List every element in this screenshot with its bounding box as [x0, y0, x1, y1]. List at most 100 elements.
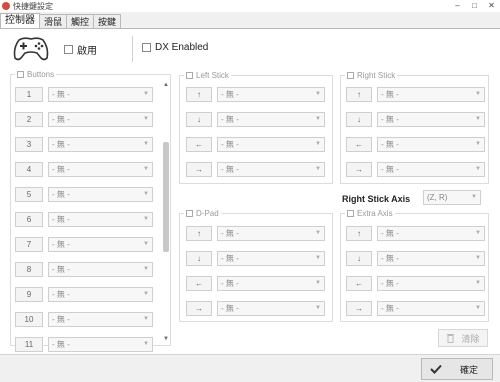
trash-icon [447, 334, 455, 343]
ok-button[interactable]: 確定 [421, 358, 493, 380]
chevron-down-icon: ▼ [143, 166, 149, 172]
right-stick-mapping-select[interactable]: - 無 - ▼ [377, 87, 485, 102]
extra-axis-key-button[interactable]: ↓ [346, 251, 372, 266]
right-stick-mapping-select[interactable]: - 無 - ▼ [377, 112, 485, 127]
button-mapping-select[interactable]: - 無 - ▼ [48, 237, 153, 252]
button-key-button[interactable]: 2 [15, 112, 43, 127]
extra-axis-key-button[interactable]: ← [346, 276, 372, 291]
left-stick-key-button[interactable]: ← [186, 137, 212, 152]
extra-axis-checkbox[interactable] [347, 210, 354, 217]
left-stick-key-button[interactable]: → [186, 162, 212, 177]
button-key-button[interactable]: 3 [15, 137, 43, 152]
button-key-button[interactable]: 9 [15, 287, 43, 302]
button-key-button[interactable]: 10 [15, 312, 43, 327]
close-button[interactable]: ✕ [483, 0, 500, 12]
button-key-button[interactable]: 6 [15, 212, 43, 227]
extra-axis-mapping-select[interactable]: - 無 - ▼ [377, 276, 485, 291]
tab-keys[interactable]: 按鍵 [93, 14, 122, 29]
left-stick-mapping-select[interactable]: - 無 - ▼ [217, 137, 325, 152]
chevron-down-icon: ▼ [475, 91, 481, 97]
left-stick-mapping-select[interactable]: - 無 - ▼ [217, 87, 325, 102]
button-key-button[interactable]: 1 [15, 87, 43, 102]
button-mapping-select[interactable]: - 無 - ▼ [48, 112, 153, 127]
dpad-key-button[interactable]: → [186, 301, 212, 316]
dpad-key-button[interactable]: ↓ [186, 251, 212, 266]
maximize-button[interactable]: □ [466, 0, 483, 12]
dx-enabled-checkbox[interactable] [142, 43, 151, 52]
dpad-row: ← - 無 - ▼ [186, 276, 325, 291]
dpad-mapping-select[interactable]: - 無 - ▼ [217, 301, 325, 316]
left-stick-mapping-select[interactable]: - 無 - ▼ [217, 162, 325, 177]
tab-touch[interactable]: 觸控 [66, 14, 95, 29]
tab-mouse[interactable]: 滑鼠 [39, 14, 68, 29]
dpad-key-button[interactable]: ↑ [186, 226, 212, 241]
button-key-button[interactable]: 4 [15, 162, 43, 177]
check-icon [430, 364, 442, 374]
title-bar: 快捷鍵設定 – □ ✕ [0, 0, 500, 12]
scroll-down-arrow-icon[interactable]: ▼ [162, 336, 170, 344]
clear-button[interactable]: 清除 [438, 329, 488, 347]
button-mapping-select[interactable]: - 無 - ▼ [48, 137, 153, 152]
dpad-mapping-select[interactable]: - 無 - ▼ [217, 226, 325, 241]
right-stick-axis-select[interactable]: (Z, R) ▼ [423, 190, 481, 205]
left-stick-row: ↓ - 無 - ▼ [186, 112, 325, 127]
left-stick-key-button[interactable]: ↓ [186, 112, 212, 127]
extra-axis-mapping-select[interactable]: - 無 - ▼ [377, 301, 485, 316]
right-stick-key-button[interactable]: ← [346, 137, 372, 152]
right-stick-mapping-select[interactable]: - 無 - ▼ [377, 137, 485, 152]
dpad-mapping-select[interactable]: - 無 - ▼ [217, 251, 325, 266]
button-mapping-select[interactable]: - 無 - ▼ [48, 262, 153, 277]
minimize-button[interactable]: – [449, 0, 466, 12]
enable-checkbox[interactable] [64, 45, 73, 54]
right-stick-key-button[interactable]: → [346, 162, 372, 177]
ok-label: 確定 [459, 364, 478, 375]
right-stick-mapping-select[interactable]: - 無 - ▼ [377, 162, 485, 177]
right-stick-checkbox[interactable] [347, 72, 354, 79]
buttons-scrollbar[interactable]: ▲ ▼ [162, 82, 170, 344]
button-row: 11 - 無 - ▼ [15, 337, 153, 352]
left-stick-mapping-select[interactable]: - 無 - ▼ [217, 112, 325, 127]
scroll-up-arrow-icon[interactable]: ▲ [162, 82, 170, 90]
dpad-title: D-Pad [196, 209, 219, 218]
button-mapping-select[interactable]: - 無 - ▼ [48, 337, 153, 352]
extra-axis-mapping-select[interactable]: - 無 - ▼ [377, 251, 485, 266]
dpad-key-button[interactable]: ← [186, 276, 212, 291]
button-mapping-select[interactable]: - 無 - ▼ [48, 162, 153, 177]
chevron-down-icon: ▼ [143, 116, 149, 122]
chevron-down-icon: ▼ [315, 166, 321, 172]
button-mapping-value: - 無 - [52, 265, 70, 274]
chevron-down-icon: ▼ [143, 266, 149, 272]
chevron-down-icon: ▼ [143, 91, 149, 97]
right-stick-row: → - 無 - ▼ [346, 162, 485, 177]
button-mapping-select[interactable]: - 無 - ▼ [48, 312, 153, 327]
button-row: 3 - 無 - ▼ [15, 137, 153, 152]
tab-controller[interactable]: 控制器 [0, 13, 40, 29]
extra-axis-key-button[interactable]: → [346, 301, 372, 316]
button-mapping-select[interactable]: - 無 - ▼ [48, 212, 153, 227]
button-mapping-select[interactable]: - 無 - ▼ [48, 287, 153, 302]
window-title: 快捷鍵設定 [13, 1, 53, 11]
button-mapping-select[interactable]: - 無 - ▼ [48, 187, 153, 202]
button-mapping-value: - 無 - [52, 315, 70, 324]
left-stick-checkbox[interactable] [186, 72, 193, 79]
header-divider [132, 36, 133, 62]
extra-axis-row: → - 無 - ▼ [346, 301, 485, 316]
right-stick-key-button[interactable]: ↑ [346, 87, 372, 102]
button-mapping-select[interactable]: - 無 - ▼ [48, 87, 153, 102]
left-stick-key-button[interactable]: ↑ [186, 87, 212, 102]
button-mapping-value: - 無 - [52, 165, 70, 174]
button-key-button[interactable]: 11 [15, 337, 43, 352]
button-key-button[interactable]: 8 [15, 262, 43, 277]
dpad-mapping-select[interactable]: - 無 - ▼ [217, 276, 325, 291]
extra-axis-mapping-select[interactable]: - 無 - ▼ [377, 226, 485, 241]
right-stick-key-button[interactable]: ↓ [346, 112, 372, 127]
button-key-button[interactable]: 5 [15, 187, 43, 202]
buttons-group-checkbox[interactable] [17, 71, 24, 78]
dpad-checkbox[interactable] [186, 210, 193, 217]
scrollbar-thumb[interactable] [163, 142, 169, 252]
chevron-down-icon: ▼ [475, 255, 481, 261]
extra-axis-key-button[interactable]: ↑ [346, 226, 372, 241]
button-key-button[interactable]: 7 [15, 237, 43, 252]
chevron-down-icon: ▼ [475, 230, 481, 236]
chevron-down-icon: ▼ [315, 255, 321, 261]
